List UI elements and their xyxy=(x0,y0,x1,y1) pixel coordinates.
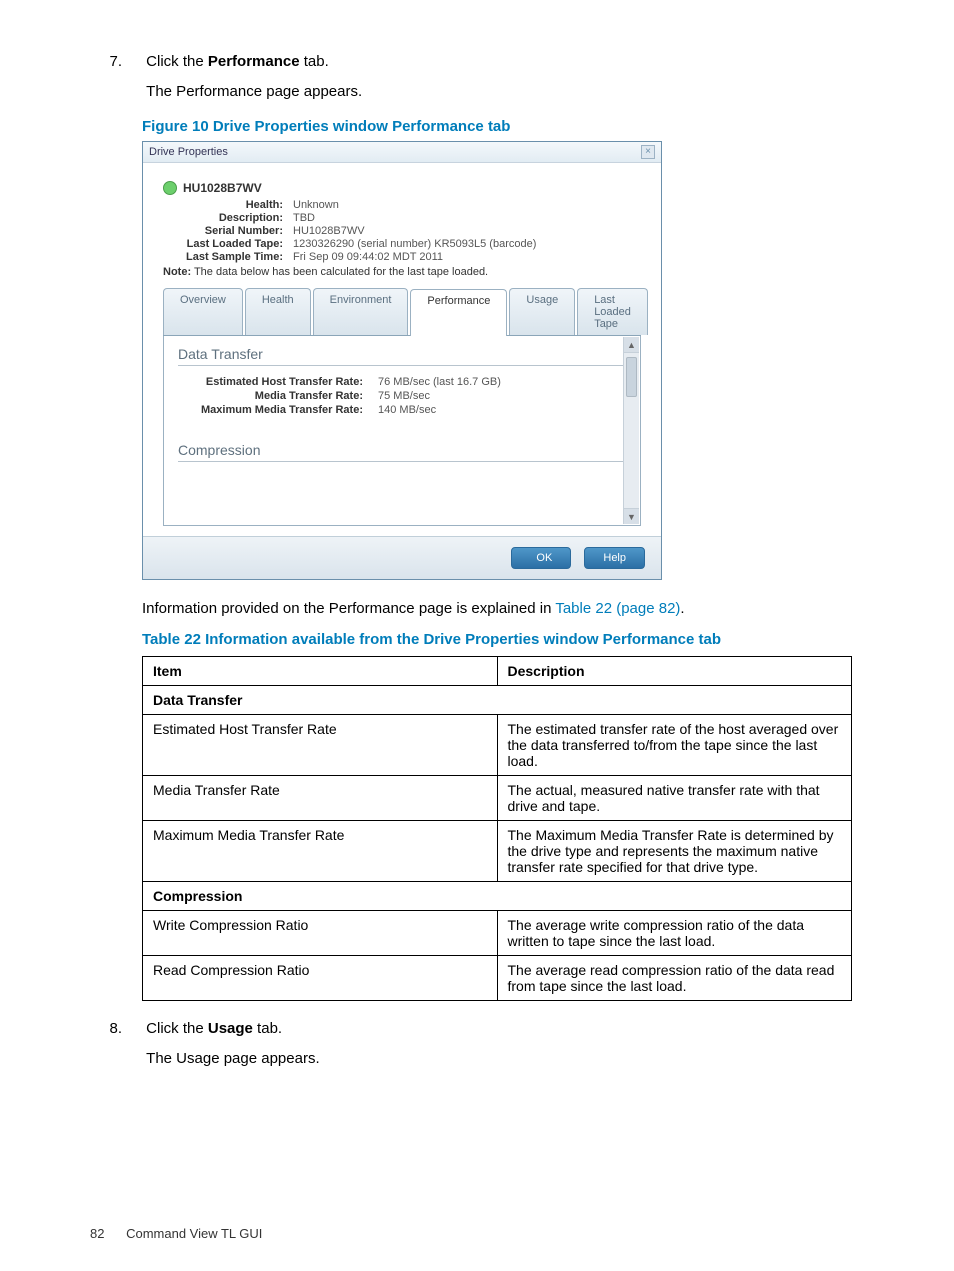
help-button[interactable]: Help xyxy=(584,547,645,569)
kv-label: Last Loaded Tape: xyxy=(163,238,293,250)
step8-text-a: Click the xyxy=(146,1020,208,1037)
table-section-row: Data Transfer xyxy=(143,685,852,714)
kv-label: Health: xyxy=(163,199,293,211)
kv-value: Fri Sep 09 09:44:02 MDT 2011 xyxy=(293,251,443,263)
cell-item: Estimated Host Transfer Rate xyxy=(143,714,498,775)
ok-button[interactable]: OK xyxy=(511,547,571,569)
cell-desc: The estimated transfer rate of the host … xyxy=(497,714,852,775)
table-row: Write Compression RatioThe average write… xyxy=(143,910,852,955)
scrollbar[interactable]: ▲ ▼ xyxy=(623,337,639,524)
kv-label: Estimated Host Transfer Rate: xyxy=(178,376,378,388)
tab-health[interactable]: Health xyxy=(245,288,311,335)
table-row: Estimated Host Transfer RateThe estimate… xyxy=(143,714,852,775)
cell-item: Maximum Media Transfer Rate xyxy=(143,820,498,881)
kv-label: Serial Number: xyxy=(163,225,293,237)
step7-text-c: tab. xyxy=(300,53,329,70)
step-8: 8. Click the Usage tab. The Usage page a… xyxy=(90,1017,864,1071)
section-data-transfer: Data Transfer xyxy=(178,346,626,366)
cell-desc: The average write compression ratio of t… xyxy=(497,910,852,955)
dialog-titlebar: Drive Properties × xyxy=(143,142,661,163)
step-7: 7. Click the Performance tab. The Perfor… xyxy=(90,50,864,104)
kv-health: Health:Unknown xyxy=(163,199,641,211)
step-body: Click the Performance tab. The Performan… xyxy=(146,50,846,104)
table-22: Item Description Data Transfer Estimated… xyxy=(142,656,852,1001)
kv-value: 76 MB/sec (last 16.7 GB) xyxy=(378,376,501,388)
note-text: The data below has been calculated for t… xyxy=(191,266,488,278)
step7-text-a: Click the xyxy=(146,53,208,70)
footer-section: Command View TL GUI xyxy=(126,1226,262,1241)
row-est-host-rate: Estimated Host Transfer Rate:76 MB/sec (… xyxy=(178,376,626,388)
tab-overview[interactable]: Overview xyxy=(163,288,243,335)
cell-desc: The Maximum Media Transfer Rate is deter… xyxy=(497,820,852,881)
section-cell: Compression xyxy=(143,881,852,910)
scroll-thumb[interactable] xyxy=(626,357,637,397)
tab-bar: Overview Health Environment Performance … xyxy=(163,288,641,336)
drive-properties-dialog: Drive Properties × HU1028B7WV Health:Unk… xyxy=(142,141,662,580)
para-text-a: Information provided on the Performance … xyxy=(142,600,555,617)
table-header-row: Item Description xyxy=(143,656,852,685)
tab-environment[interactable]: Environment xyxy=(313,288,409,335)
kv-value: 1230326290 (serial number) KR5093L5 (bar… xyxy=(293,238,536,250)
kv-value: HU1028B7WV xyxy=(293,225,365,237)
th-item: Item xyxy=(143,656,498,685)
scroll-down-icon[interactable]: ▼ xyxy=(624,508,639,524)
table-section-row: Compression xyxy=(143,881,852,910)
cell-item: Media Transfer Rate xyxy=(143,775,498,820)
row-media-rate: Media Transfer Rate:75 MB/sec xyxy=(178,390,626,402)
kv-last-loaded-tape: Last Loaded Tape:1230326290 (serial numb… xyxy=(163,238,641,250)
page-footer: 82 Command View TL GUI xyxy=(90,1226,262,1241)
tab-performance[interactable]: Performance xyxy=(410,289,507,336)
paragraph-after-figure: Information provided on the Performance … xyxy=(142,598,864,621)
note-line: Note: The data below has been calculated… xyxy=(163,266,641,278)
kv-value: TBD xyxy=(293,212,315,224)
step8-result: The Usage page appears. xyxy=(146,1047,846,1071)
step7-result: The Performance page appears. xyxy=(146,80,846,104)
kv-description: Description:TBD xyxy=(163,212,641,224)
kv-value: Unknown xyxy=(293,199,339,211)
kv-label: Media Transfer Rate: xyxy=(178,390,378,402)
kv-last-sample-time: Last Sample Time:Fri Sep 09 09:44:02 MDT… xyxy=(163,251,641,263)
kv-label: Last Sample Time: xyxy=(163,251,293,263)
section-cell: Data Transfer xyxy=(143,685,852,714)
kv-value: 75 MB/sec xyxy=(378,390,430,402)
cell-item: Write Compression Ratio xyxy=(143,910,498,955)
cell-desc: The average read compression ratio of th… xyxy=(497,955,852,1000)
page-number: 82 xyxy=(90,1226,104,1241)
note-bold: Note: xyxy=(163,266,191,278)
scroll-up-icon[interactable]: ▲ xyxy=(624,337,639,353)
table-22-link[interactable]: Table 22 (page 82) xyxy=(555,600,680,617)
status-icon xyxy=(163,181,177,195)
table-row: Media Transfer RateThe actual, measured … xyxy=(143,775,852,820)
cell-desc: The actual, measured native transfer rat… xyxy=(497,775,852,820)
device-name: HU1028B7WV xyxy=(183,181,262,195)
cell-item: Read Compression Ratio xyxy=(143,955,498,1000)
table-caption: Table 22 Information available from the … xyxy=(142,631,864,648)
table-row: Maximum Media Transfer RateThe Maximum M… xyxy=(143,820,852,881)
step8-bold: Usage xyxy=(208,1020,253,1037)
device-header: HU1028B7WV xyxy=(163,181,641,195)
step-body: Click the Usage tab. The Usage page appe… xyxy=(146,1017,846,1071)
step-number: 7. xyxy=(90,50,122,74)
tab-pane-performance: Data Transfer Estimated Host Transfer Ra… xyxy=(163,336,641,526)
dialog-footer: OK Help xyxy=(143,536,661,579)
kv-value: 140 MB/sec xyxy=(378,404,436,416)
tab-last-loaded-tape[interactable]: Last Loaded Tape xyxy=(577,288,648,335)
figure-caption: Figure 10 Drive Properties window Perfor… xyxy=(142,118,864,135)
dialog-title: Drive Properties xyxy=(149,146,228,158)
step8-text-c: tab. xyxy=(253,1020,282,1037)
dialog-body: HU1028B7WV Health:Unknown Description:TB… xyxy=(143,163,661,536)
para-text-b: . xyxy=(680,600,684,617)
close-icon[interactable]: × xyxy=(641,145,655,159)
row-max-media-rate: Maximum Media Transfer Rate:140 MB/sec xyxy=(178,404,626,416)
th-description: Description xyxy=(497,656,852,685)
table-row: Read Compression RatioThe average read c… xyxy=(143,955,852,1000)
kv-label: Description: xyxy=(163,212,293,224)
tab-usage[interactable]: Usage xyxy=(509,288,575,335)
kv-serial: Serial Number:HU1028B7WV xyxy=(163,225,641,237)
section-compression: Compression xyxy=(178,442,626,462)
step-number: 8. xyxy=(90,1017,122,1041)
kv-label: Maximum Media Transfer Rate: xyxy=(178,404,378,416)
step7-bold: Performance xyxy=(208,53,300,70)
